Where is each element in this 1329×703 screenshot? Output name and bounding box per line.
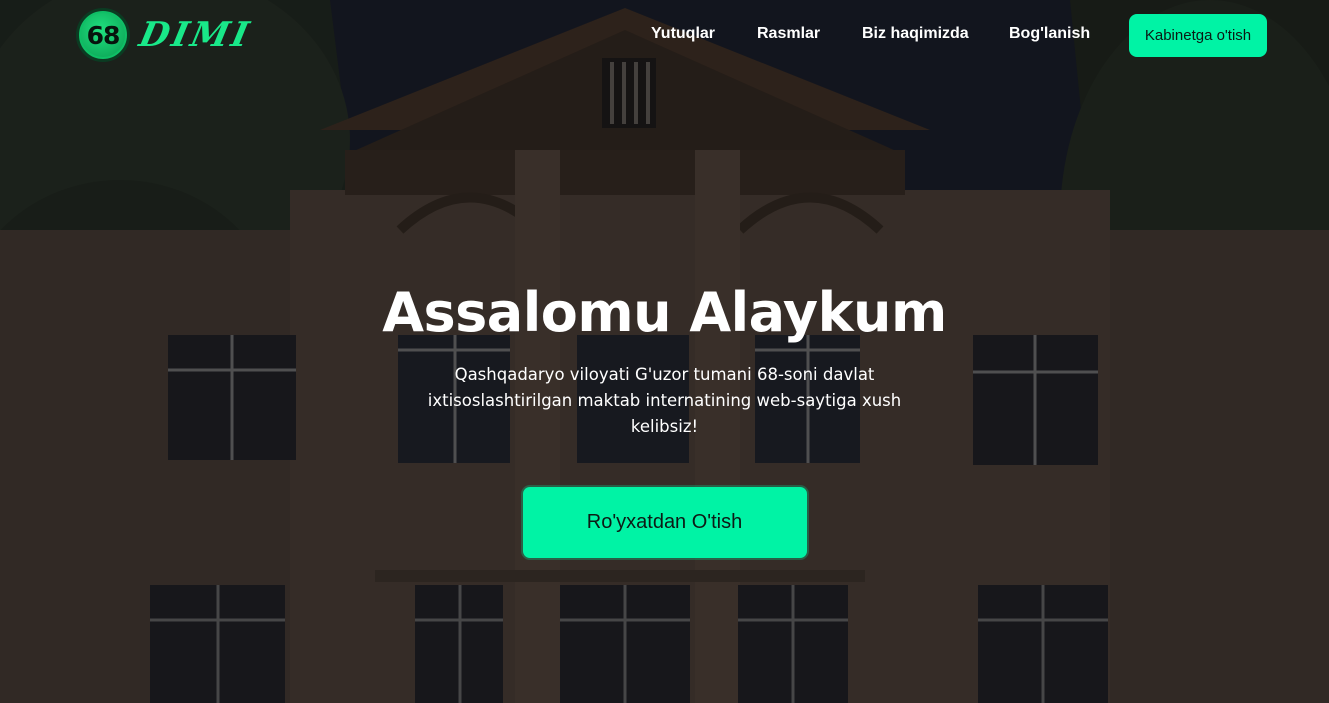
logo-badge-icon: 68 bbox=[76, 8, 130, 62]
register-button[interactable]: Ro'yxatdan O'tish bbox=[522, 486, 807, 558]
nav-link-rasmlar[interactable]: Rasmlar bbox=[757, 25, 820, 43]
nav-link-yutuqlar[interactable]: Yutuqlar bbox=[651, 25, 715, 43]
site-header: 68 DIMI Yutuqlar Rasmlar Biz haqimizda B… bbox=[0, 0, 1329, 72]
nav-link-boglanish[interactable]: Bog'lanish bbox=[1009, 25, 1090, 43]
hero-subtitle: Qashqadaryo viloyati G'uzor tumani 68-so… bbox=[427, 365, 902, 436]
logo-badge-number: 68 bbox=[86, 20, 121, 50]
cabinet-button[interactable]: Kabinetga o'tish bbox=[1129, 14, 1267, 57]
hero-title: Assalomu Alaykum bbox=[382, 281, 947, 344]
site-logo[interactable]: 68 DIMI bbox=[76, 8, 255, 62]
logo-text: DIMI bbox=[135, 15, 256, 55]
nav-link-biz-haqimizda[interactable]: Biz haqimizda bbox=[862, 25, 969, 43]
hero-section: Assalomu Alaykum Qashqadaryo viloyati G'… bbox=[0, 280, 1329, 558]
